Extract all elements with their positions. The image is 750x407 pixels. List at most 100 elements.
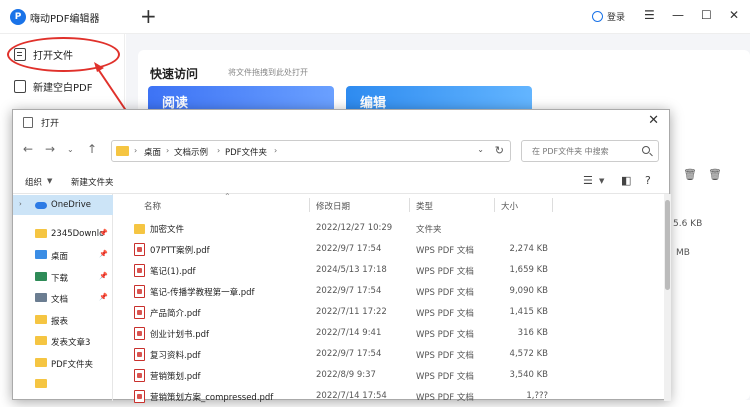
file-type: WPS PDF 文档 — [416, 309, 474, 319]
nav-item-downloads[interactable]: 下载 📌 — [13, 267, 113, 287]
file-size: 1,415 KB — [509, 307, 548, 317]
pin-icon: 📌 — [99, 250, 108, 258]
cloud-icon — [35, 202, 47, 209]
nav-item-folder[interactable]: 发表文章3 — [13, 331, 113, 351]
file-type: WPS PDF 文档 — [416, 351, 474, 361]
file-date: 2022/7/11 17:22 — [316, 307, 387, 317]
file-date: 2022/9/7 17:54 — [316, 244, 382, 254]
file-date: 2022/8/9 9:37 — [316, 370, 376, 380]
file-type: WPS PDF 文档 — [416, 372, 474, 382]
new-folder-button[interactable]: 新建文件夹 — [71, 176, 114, 188]
refresh-icon[interactable]: ↻ — [495, 144, 504, 157]
scrollbar[interactable] — [664, 194, 671, 401]
nav-item-label: 报表 — [51, 317, 69, 327]
search-icon — [642, 146, 650, 154]
chevron-right-icon: › — [217, 146, 221, 155]
file-list: ⌃ 名称 修改日期 类型 大小 加密文件 2022/12/27 10:29 文件… — [114, 192, 664, 403]
column-divider[interactable] — [309, 198, 310, 212]
nav-item-folder[interactable]: 2345Downlo 📌 — [13, 224, 113, 244]
column-header-modified[interactable]: 修改日期 — [316, 200, 350, 212]
file-type: WPS PDF 文档 — [416, 288, 474, 298]
pdf-file-icon — [134, 348, 145, 361]
table-row[interactable]: 笔记(1).pdf 2024/5/13 17:18 WPS PDF 文档 1,6… — [114, 260, 664, 281]
chevron-down-icon: ▼ — [47, 177, 53, 185]
breadcrumb-item[interactable]: PDF文件夹 — [225, 146, 267, 158]
address-bar[interactable]: › 桌面 › 文档示例 › PDF文件夹 › ⌄ ↻ — [111, 140, 511, 162]
nav-item-label: 发表文章3 — [51, 338, 91, 348]
column-divider[interactable] — [494, 198, 495, 212]
table-row[interactable]: 营销策划方案_compressed.pdf 2022/7/14 17:54 WP… — [114, 386, 664, 407]
table-row[interactable]: 复习资料.pdf 2022/9/7 17:54 WPS PDF 文档 4,572… — [114, 344, 664, 365]
forward-arrow-icon[interactable]: → — [45, 142, 55, 156]
file-name: 营销策划方案_compressed.pdf — [150, 393, 274, 403]
file-name: 营销策划.pdf — [150, 372, 201, 382]
dialog-close-button[interactable]: ✕ — [648, 113, 659, 128]
nav-item-desktop[interactable]: 桌面 📌 — [13, 245, 113, 265]
dialog-navbar: ← → ⌄ ↑ › 桌面 › 文档示例 › PDF文件夹 › ⌄ ↻ 在 PDF… — [13, 136, 669, 166]
documents-icon — [35, 293, 47, 302]
dialog-title: 打开 — [41, 119, 60, 129]
scrollbar-thumb[interactable] — [665, 200, 670, 290]
recent-dropdown-icon[interactable]: ⌄ — [67, 145, 74, 154]
folder-icon — [35, 229, 47, 238]
file-type: WPS PDF 文档 — [416, 330, 474, 340]
chevron-right-icon: › — [19, 200, 22, 208]
file-size: 9,090 KB — [509, 286, 548, 296]
column-divider[interactable] — [409, 198, 410, 212]
table-row[interactable]: 创业计划书.pdf 2022/7/14 9:41 WPS PDF 文档 316 … — [114, 323, 664, 344]
file-list-header: ⌃ 名称 修改日期 类型 大小 — [114, 192, 664, 218]
nav-item-label: 2345Downlo — [51, 229, 105, 239]
pdf-file-icon — [134, 369, 145, 382]
dialog-icon — [23, 117, 33, 128]
table-row[interactable]: 笔记-传播学教程第一章.pdf 2022/9/7 17:54 WPS PDF 文… — [114, 281, 664, 302]
breadcrumb-item[interactable]: 文档示例 — [174, 146, 208, 158]
help-icon[interactable]: ? — [645, 174, 651, 187]
nav-item-label: 文档 — [51, 295, 69, 305]
chevron-down-icon[interactable]: ▼ — [599, 177, 604, 185]
sort-ascending-icon: ⌃ — [224, 192, 231, 201]
column-divider[interactable] — [552, 198, 553, 212]
chevron-down-icon[interactable]: ⌄ — [477, 145, 484, 154]
nav-item-onedrive[interactable]: › OneDrive — [13, 195, 113, 215]
nav-item-label: 桌面 — [51, 252, 69, 262]
organize-button[interactable]: 组织 — [25, 176, 42, 188]
folder-icon — [116, 146, 129, 156]
search-input[interactable]: 在 PDF文件夹 中搜索 — [521, 140, 659, 162]
pin-icon: 📌 — [99, 229, 108, 237]
back-arrow-icon[interactable]: ← — [23, 142, 33, 156]
file-size: 1,659 KB — [509, 265, 548, 275]
file-type: WPS PDF 文档 — [416, 267, 474, 277]
column-header-size[interactable]: 大小 — [501, 200, 518, 212]
folder-icon — [35, 358, 47, 367]
navigation-pane: › OneDrive 2345Downlo 📌 桌面 📌 下载 📌 文档 📌 报… — [13, 194, 113, 401]
nav-item-folder[interactable]: 报表 — [13, 310, 113, 330]
nav-item-documents[interactable]: 文档 📌 — [13, 288, 113, 308]
nav-item-folder[interactable] — [13, 374, 113, 394]
view-list-icon[interactable]: ☰ — [583, 174, 593, 187]
column-header-name[interactable]: 名称 — [144, 200, 161, 212]
desktop-icon — [35, 250, 47, 259]
file-date: 2022/12/27 10:29 — [316, 223, 393, 233]
file-name: 07PTT案例.pdf — [150, 246, 210, 256]
file-name: 复习资料.pdf — [150, 351, 201, 361]
table-row[interactable]: 产品简介.pdf 2022/7/11 17:22 WPS PDF 文档 1,41… — [114, 302, 664, 323]
table-row[interactable]: 营销策划.pdf 2022/8/9 9:37 WPS PDF 文档 3,540 … — [114, 365, 664, 386]
file-size: 316 KB — [517, 328, 548, 338]
file-name: 产品简介.pdf — [150, 309, 201, 319]
chevron-right-icon: › — [274, 146, 278, 155]
preview-pane-icon[interactable]: ◧ — [621, 174, 631, 187]
pdf-file-icon — [134, 285, 145, 298]
file-date: 2022/9/7 17:54 — [316, 286, 382, 296]
pdf-file-icon — [134, 243, 145, 256]
up-arrow-icon[interactable]: ↑ — [87, 142, 97, 156]
table-row[interactable]: 加密文件 2022/12/27 10:29 文件夹 — [114, 218, 664, 239]
nav-item-folder[interactable]: PDF文件夹 — [13, 353, 113, 373]
pdf-file-icon — [134, 264, 145, 277]
open-file-dialog: 打开 ✕ ← → ⌄ ↑ › 桌面 › 文档示例 › PDF文件夹 › ⌄ ↻ … — [12, 109, 671, 403]
chevron-right-icon: › — [166, 146, 170, 155]
column-header-type[interactable]: 类型 — [416, 200, 433, 212]
breadcrumb-item[interactable]: 桌面 — [144, 146, 161, 158]
file-type: 文件夹 — [416, 225, 442, 235]
file-type: WPS PDF 文档 — [416, 246, 474, 256]
table-row[interactable]: 07PTT案例.pdf 2022/9/7 17:54 WPS PDF 文档 2,… — [114, 239, 664, 260]
